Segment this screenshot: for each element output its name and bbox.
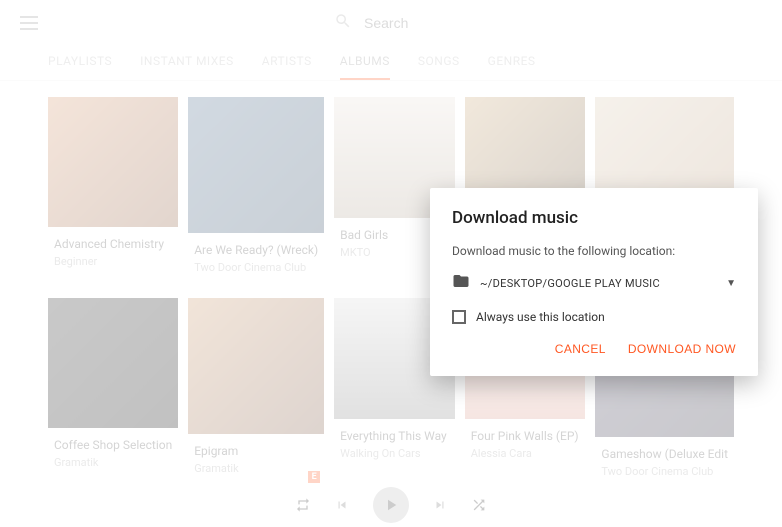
next-icon[interactable] xyxy=(433,498,447,512)
location-path: ~/DESKTOP/GOOGLE PLAY MUSIC xyxy=(480,277,716,290)
dialog-actions: CANCEL DOWNLOAD NOW xyxy=(452,336,736,362)
location-selector[interactable]: ~/DESKTOP/GOOGLE PLAY MUSIC ▼ xyxy=(452,272,736,294)
cancel-button[interactable]: CANCEL xyxy=(555,336,606,362)
download-now-button[interactable]: DOWNLOAD NOW xyxy=(628,336,736,362)
always-use-checkbox[interactable]: Always use this location xyxy=(452,310,736,324)
player-bar xyxy=(0,483,782,527)
previous-icon[interactable] xyxy=(335,498,349,512)
dialog-subtitle: Download music to the following location… xyxy=(452,244,736,258)
shuffle-icon[interactable] xyxy=(471,497,487,513)
download-dialog: Download music Download music to the fol… xyxy=(430,188,758,376)
checkbox-icon xyxy=(452,310,466,324)
dialog-title: Download music xyxy=(452,208,736,228)
folder-icon xyxy=(452,272,470,294)
repeat-icon[interactable] xyxy=(295,497,311,513)
play-button[interactable] xyxy=(373,487,409,523)
chevron-down-icon: ▼ xyxy=(726,278,736,289)
checkbox-label: Always use this location xyxy=(476,310,605,324)
